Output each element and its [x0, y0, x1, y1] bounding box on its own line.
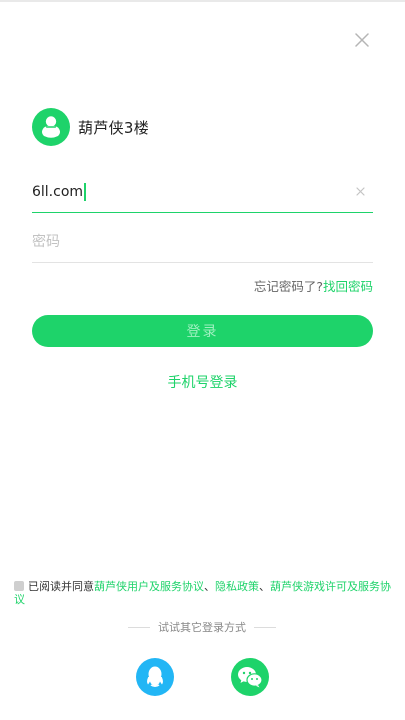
status-divider — [0, 0, 405, 2]
agreement-separator: 、 — [259, 580, 270, 593]
password-field[interactable] — [32, 222, 373, 263]
password-input[interactable] — [32, 227, 332, 257]
game-license-agreement-link-cont[interactable]: 议 — [14, 593, 25, 606]
qq-icon — [147, 666, 163, 687]
user-service-agreement-link[interactable]: 葫芦侠用户及服务协议 — [94, 580, 204, 593]
agreement-checkbox[interactable] — [14, 581, 24, 591]
close-button[interactable] — [350, 28, 374, 52]
wechat-icon — [238, 667, 263, 688]
forgot-password-question: 忘记密码了? — [253, 279, 323, 294]
clear-icon — [355, 186, 365, 196]
phone-login-link[interactable]: 手机号登录 — [0, 372, 405, 392]
divider-line-right — [254, 626, 276, 628]
wechat-login-button[interactable] — [231, 658, 269, 696]
other-login-divider: 试试其它登录方式 — [128, 620, 276, 634]
forgot-password-row: 忘记密码了?找回密码 — [254, 276, 373, 295]
gourd-logo-icon — [32, 108, 70, 146]
privacy-policy-link[interactable]: 隐私政策 — [215, 580, 259, 593]
account-input[interactable]: 6ll.com — [32, 184, 83, 200]
close-icon — [355, 33, 369, 47]
account-field[interactable]: 6ll.com — [32, 172, 373, 213]
other-login-label: 试试其它登录方式 — [158, 621, 246, 634]
agreement-separator: 、 — [204, 580, 215, 593]
login-button[interactable]: 登录 — [32, 315, 373, 347]
agreement-prefix: 已阅读并同意 — [28, 580, 94, 593]
login-page: 葫芦侠3楼 6ll.com 忘记密码了?找回密码 登录 手机号登录 已阅读并同意… — [0, 0, 405, 720]
game-license-agreement-link[interactable]: 葫芦侠游戏许可及服务协 — [270, 580, 391, 593]
divider-line-left — [128, 626, 150, 628]
recover-password-link[interactable]: 找回密码 — [323, 279, 373, 294]
app-name: 葫芦侠3楼 — [78, 118, 150, 137]
agreement-row: 已阅读并同意葫芦侠用户及服务协议、隐私政策、葫芦侠游戏许可及服务协议 — [14, 580, 394, 606]
clear-button[interactable] — [353, 184, 367, 198]
qq-login-button[interactable] — [136, 658, 174, 696]
brand-header: 葫芦侠3楼 — [32, 108, 149, 146]
text-cursor — [84, 183, 87, 201]
